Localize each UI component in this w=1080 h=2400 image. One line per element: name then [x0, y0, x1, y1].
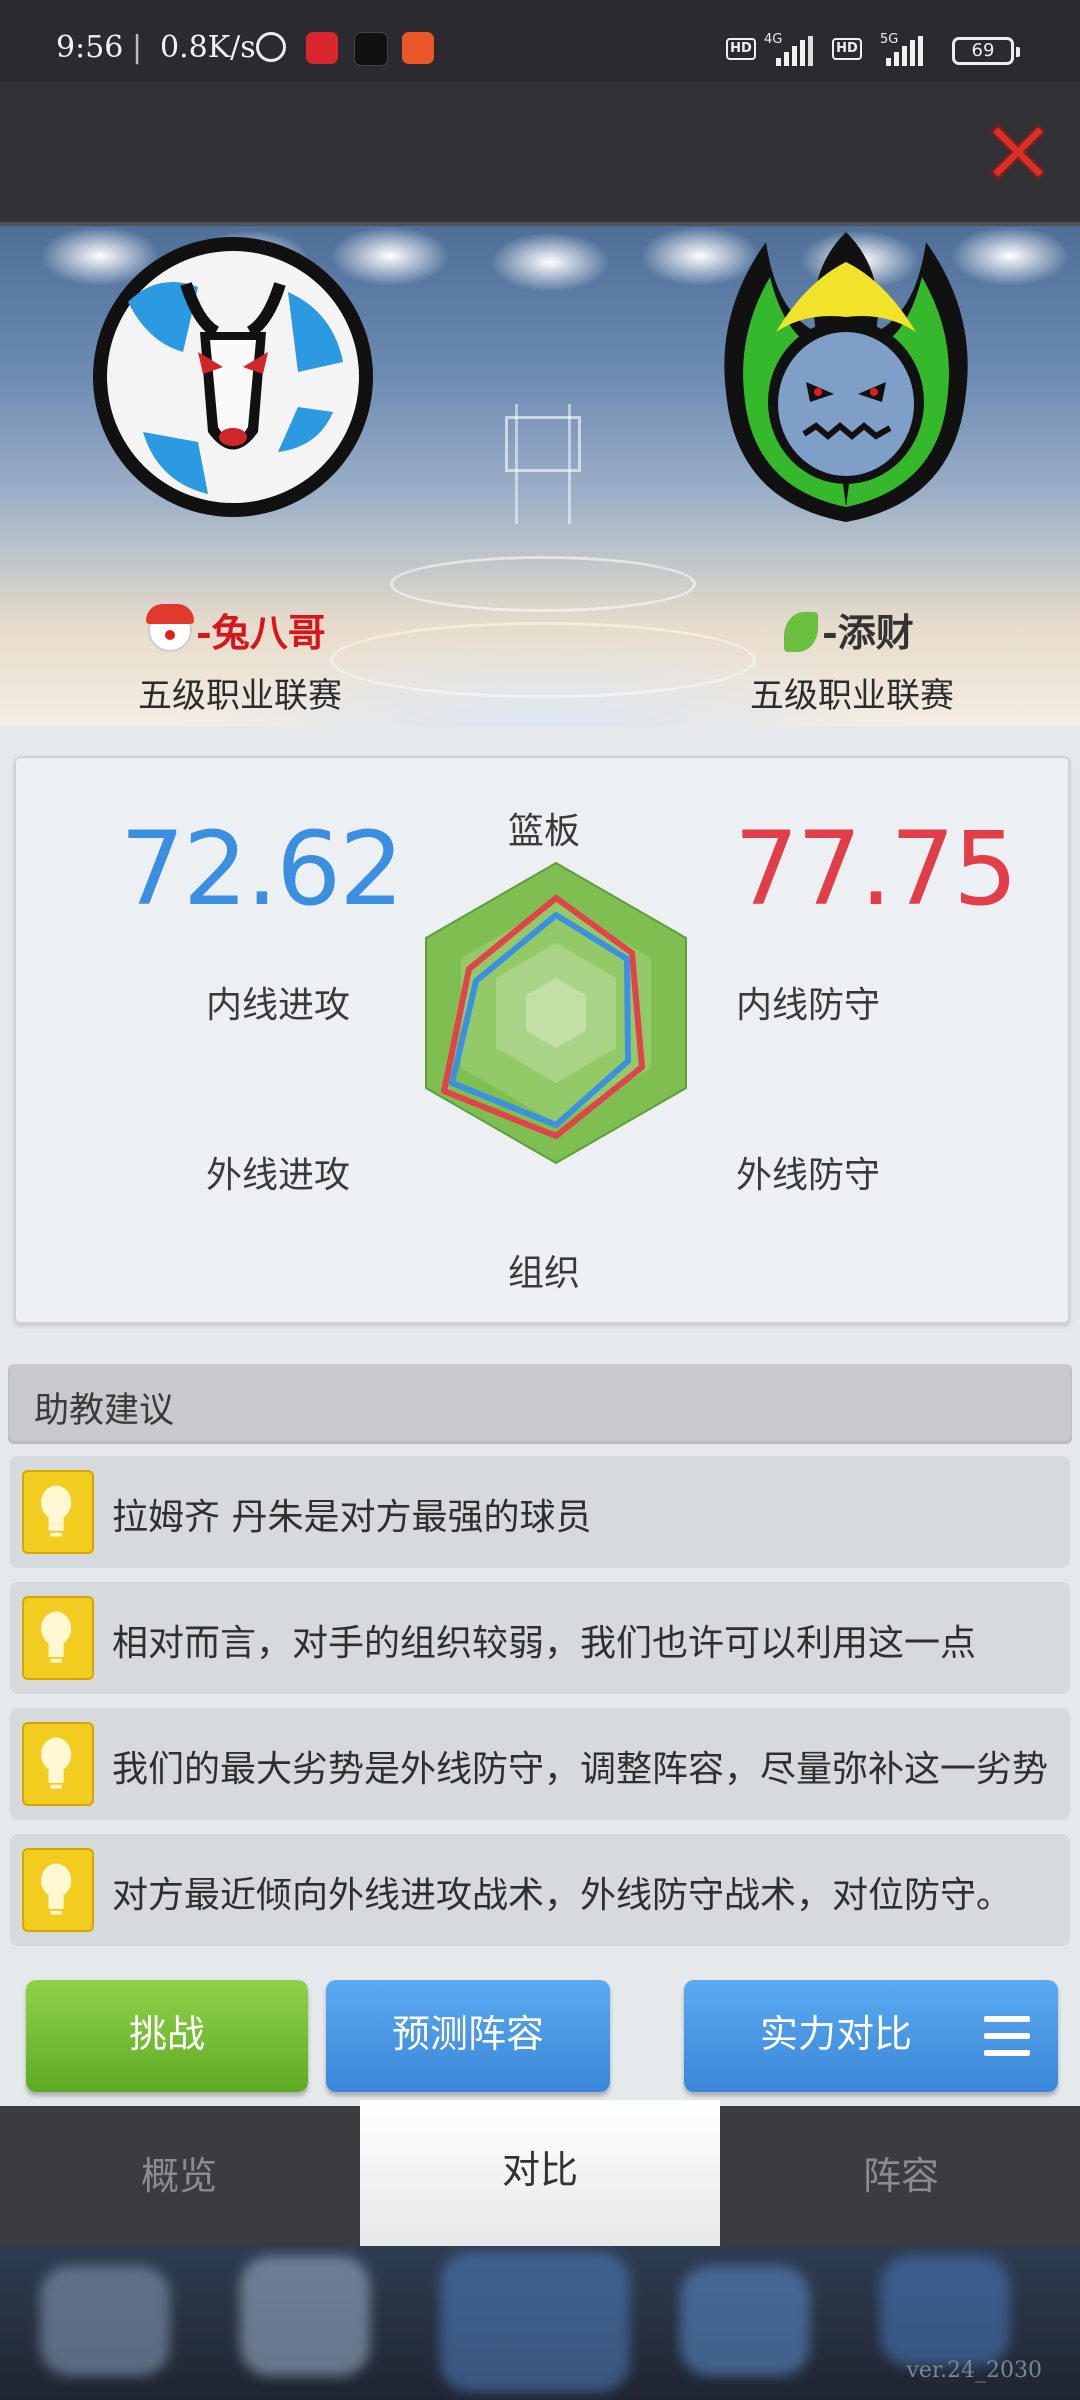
dialog-header: [0, 82, 1080, 226]
away-team-name: -添财: [784, 602, 914, 657]
version-label: ver.24_2030: [906, 2358, 1042, 2383]
tab-overview[interactable]: 概览: [0, 2106, 358, 2246]
lettuce-emoji-icon: [784, 612, 818, 652]
away-team-league: 五级职业联赛: [750, 676, 954, 716]
blurred-icon: [880, 2256, 1010, 2366]
tiktok-icon: [354, 32, 388, 66]
tab-lineup[interactable]: 阵容: [722, 2106, 1080, 2246]
lightbulb-icon: [22, 1722, 94, 1806]
advice-text: 相对而言，对手的组织较弱，我们也许可以利用这一点: [112, 1623, 977, 1664]
menu-icon: [984, 2016, 1030, 2056]
radar-axis-organization: 组织: [508, 1253, 581, 1294]
arena-light: [490, 232, 610, 292]
radar-chart: [425, 861, 687, 1165]
lightbulb-icon: [22, 1596, 94, 1680]
challenge-button[interactable]: 挑战: [26, 1980, 308, 2092]
hd-icon: HD: [726, 38, 756, 60]
alarm-icon: [256, 32, 286, 62]
advice-item: 对方最近倾向外线进攻战术，外线防守战术，对位防守。: [10, 1834, 1070, 1946]
advice-text: 我们的最大劣势是外线防守，调整阵容，尽量弥补这一劣势: [112, 1749, 1049, 1790]
signal-icon-1: [776, 36, 816, 66]
advice-title: 助教建议: [34, 1391, 175, 1431]
clown-emoji-icon: [146, 604, 194, 652]
lightbulb-icon: [22, 1848, 94, 1932]
assistant-advice-header: 助教建议: [8, 1364, 1072, 1444]
app-notification-icon-2: [402, 32, 434, 64]
battery-icon: 69: [952, 37, 1020, 65]
away-team-logo: [724, 232, 968, 522]
status-bar: 9:56 | 0.8K/s HD 4G HD 5G 69: [0, 0, 1080, 82]
strength-compare-label: 实力对比: [759, 2012, 912, 2056]
advice-text: 对方最近倾向外线进攻战术，外线防守战术，对位防守。: [112, 1875, 1013, 1916]
home-team-name: -兔八哥: [146, 602, 326, 657]
home-team-score: 72.62: [120, 810, 404, 929]
tab-compare[interactable]: 对比: [360, 2100, 720, 2252]
radar-axis-inside-attack: 内线进攻: [206, 985, 351, 1026]
home-team-logo: [93, 237, 373, 517]
blurred-icon: [40, 2266, 170, 2376]
radar-axis-inside-defense: 内线防守: [736, 985, 881, 1026]
strength-compare-button[interactable]: 实力对比: [684, 1980, 1058, 2092]
blurred-icon: [240, 2256, 370, 2376]
advice-text: 拉姆齐 丹朱是对方最强的球员: [112, 1497, 592, 1538]
tab-bar: 概览 对比 阵容: [0, 2100, 1080, 2252]
blurred-icon: [680, 2266, 810, 2376]
radar-axis-rebound: 篮板: [508, 811, 581, 852]
background-nav-blurred: ver.24_2030: [0, 2246, 1080, 2400]
status-net-speed: 0.8K/s: [160, 30, 256, 65]
lightbulb-icon: [22, 1470, 94, 1554]
blurred-icon: [440, 2252, 630, 2392]
advice-item: 我们的最大劣势是外线防守，调整阵容，尽量弥补这一劣势: [10, 1708, 1070, 1820]
court-key: [330, 622, 756, 698]
radar-axis-outside-defense: 外线防守: [736, 1155, 881, 1196]
main-panel: 72.62 77.75 篮板 内线防守 外线防守 组织 外线进攻 内线进攻 助教…: [0, 726, 1080, 2110]
strength-comparison-card: 72.62 77.75 篮板 内线防守 外线防守 组织 外线进攻 内线进攻: [14, 756, 1070, 1324]
app-notification-icon: [306, 32, 338, 64]
hd-icon-2: HD: [832, 38, 862, 60]
predict-lineup-button[interactable]: 预测阵容: [326, 1980, 610, 2092]
advice-item: 相对而言，对手的组织较弱，我们也许可以利用这一点: [10, 1582, 1070, 1694]
close-icon[interactable]: [984, 118, 1052, 186]
radar-axis-outside-attack: 外线进攻: [206, 1155, 351, 1196]
advice-item: 拉姆齐 丹朱是对方最强的球员: [10, 1456, 1070, 1568]
signal-icon-2: [886, 36, 926, 66]
status-time: 9:56: [56, 30, 124, 65]
backboard: [505, 416, 581, 472]
away-team-score: 77.75: [734, 810, 1018, 929]
court-circle: [390, 556, 696, 612]
home-team-league: 五级职业联赛: [138, 676, 342, 716]
status-separator: |: [132, 30, 143, 65]
